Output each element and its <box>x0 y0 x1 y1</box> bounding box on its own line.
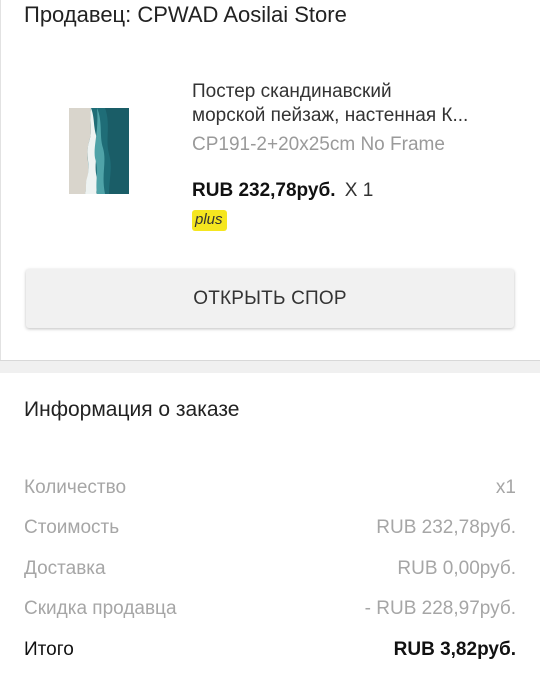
section-divider <box>0 360 540 373</box>
order-info-title: Информация о заказе <box>24 398 240 421</box>
row-label: Скидка продавца <box>24 598 177 619</box>
plus-badge: plus <box>192 210 227 231</box>
row-label: Доставка <box>24 558 106 579</box>
order-info-row-discount: Скидка продавца - RUB 228,97руб. <box>24 598 516 620</box>
open-dispute-button[interactable]: ОТКРЫТЬ СПОР <box>26 269 514 328</box>
price-row: RUB 232,78руб. X 1 <box>192 180 373 202</box>
order-info-row-total: Итого RUB 3,82руб. <box>24 639 516 661</box>
row-label: Стоимость <box>24 517 120 538</box>
card-border <box>0 0 1 360</box>
product-title-line-1: Постер скандинавский <box>192 81 392 102</box>
product-variant: CP191-2+20x25cm No Frame <box>192 134 445 155</box>
row-label: Итого <box>24 639 74 660</box>
row-value: x1 <box>495 477 516 498</box>
row-value: RUB 232,78руб. <box>376 517 516 538</box>
product-title[interactable]: Постер скандинавский морской пейзаж, нас… <box>192 80 522 128</box>
order-info-row-shipping: Доставка RUB 0,00руб. <box>24 558 516 580</box>
row-value: RUB 3,82руб. <box>393 639 516 660</box>
row-label: Количество <box>24 477 127 498</box>
product-price: RUB 232,78руб. <box>192 180 336 201</box>
row-value: - RUB 228,97руб. <box>364 598 516 619</box>
row-value: RUB 0,00руб. <box>397 558 516 579</box>
order-info-row-quantity: Количество x1 <box>24 477 516 499</box>
seascape-image <box>69 108 129 194</box>
seller-name[interactable]: Продавец: CPWAD Aosilai Store <box>24 2 347 28</box>
product-quantity: X 1 <box>344 180 374 201</box>
product-image[interactable] <box>69 108 129 194</box>
product-title-line-2: морской пейзаж, настенная К... <box>192 105 469 126</box>
order-info-row-cost: Стоимость RUB 232,78руб. <box>24 517 516 539</box>
